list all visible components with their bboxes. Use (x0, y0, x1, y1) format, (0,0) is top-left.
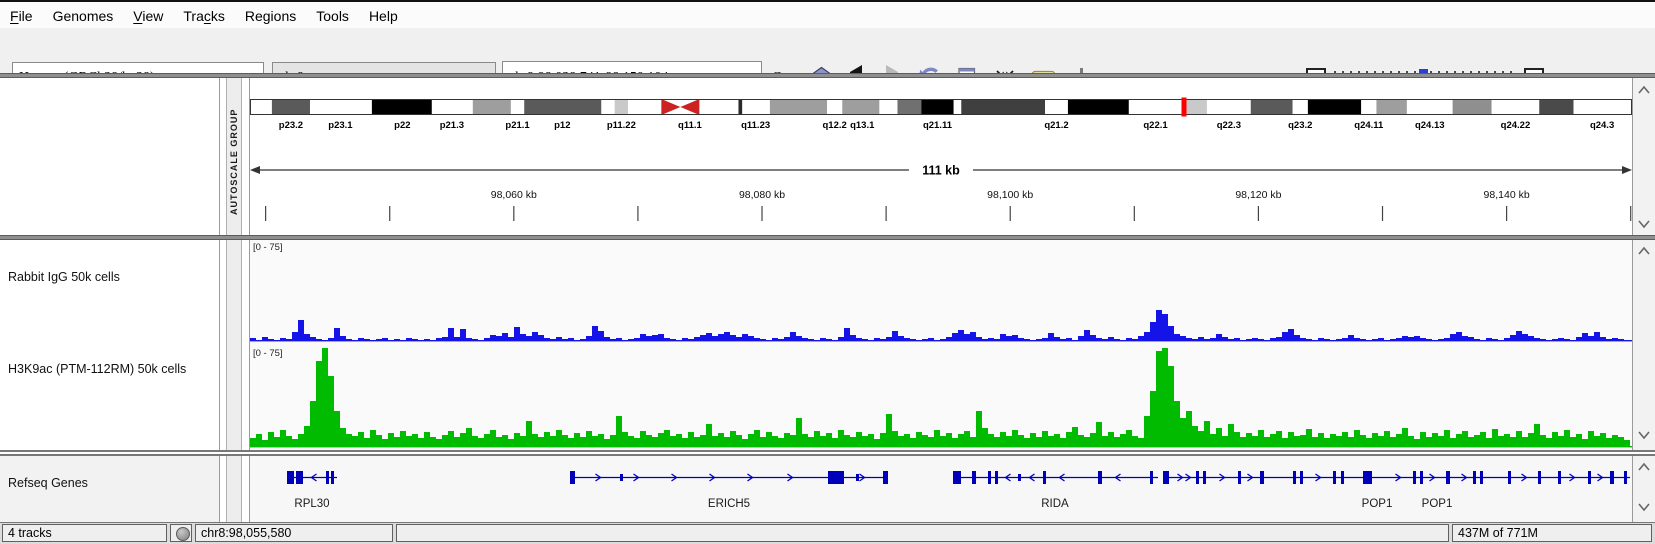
scroll-up-icon[interactable] (1637, 459, 1651, 469)
attribute-strip[interactable] (226, 456, 242, 522)
svg-text:q11.1: q11.1 (678, 120, 702, 131)
svg-text:98,140 kb: 98,140 kb (1484, 189, 1530, 201)
toolbar: Human (GRCh38/hg38) chr8 Go (0, 28, 1655, 73)
svg-text:q23.2: q23.2 (1288, 120, 1312, 131)
scroll-up-icon[interactable] (1637, 82, 1651, 92)
svg-text:p12: p12 (554, 120, 570, 131)
data-range-label: [0 - 75] (253, 242, 283, 253)
scroll-down-icon[interactable] (1637, 427, 1651, 437)
attribute-strip[interactable] (226, 240, 242, 450)
svg-text:q12.2: q12.2 (822, 120, 846, 131)
attribute-column (220, 240, 249, 450)
scroll-down-icon[interactable] (1637, 216, 1651, 226)
svg-text:98,120 kb: 98,120 kb (1235, 189, 1281, 201)
menu-item-genomes[interactable]: Genomes (43, 8, 124, 24)
scroll-down-icon[interactable] (1637, 499, 1651, 509)
svg-text:RPL30: RPL30 (294, 498, 329, 510)
svg-text:p22: p22 (394, 120, 410, 131)
svg-text:POP1: POP1 (1362, 498, 1393, 510)
svg-text:q24.11: q24.11 (1354, 120, 1384, 131)
menu-bar: FileGenomesViewTracksRegionsToolsHelp (0, 0, 1655, 31)
svg-text:q21.2: q21.2 (1044, 120, 1068, 131)
status-indicator-icon (176, 527, 190, 541)
svg-text:q24.3: q24.3 (1590, 120, 1614, 131)
svg-text:p23.2: p23.2 (279, 120, 303, 131)
svg-text:p21.1: p21.1 (505, 120, 530, 131)
svg-text:q13.1: q13.1 (850, 120, 875, 131)
menu-item-view[interactable]: View (123, 8, 173, 24)
svg-text:111 kb: 111 kb (922, 164, 960, 178)
svg-text:q21.11: q21.11 (923, 120, 953, 131)
menu-item-file[interactable]: File (0, 8, 43, 24)
svg-text:q11.23: q11.23 (741, 120, 770, 131)
track-scrollbar[interactable] (1632, 240, 1655, 450)
menu-item-tracks[interactable]: Tracks (173, 8, 234, 24)
svg-text:POP1: POP1 (1422, 498, 1453, 510)
track-h3k9ac-chart[interactable] (250, 346, 1632, 450)
track-rabbit-igg-chart[interactable] (250, 240, 1632, 345)
status-spacer (396, 524, 1449, 542)
svg-text:RIDA: RIDA (1041, 498, 1069, 510)
refseq-genes-glyphs[interactable]: RPL30 ERICH5 RIDA POP1 POP1 (250, 456, 1632, 522)
status-bar: 4 tracks chr8:98,055,580 437M of 771M (0, 522, 1655, 544)
svg-text:q24.13: q24.13 (1415, 120, 1445, 131)
ideogram-and-ruler[interactable]: p23.2 p23.1 p22 p21.3 p21.1 p12 p11.22 q11.1 q11… (250, 78, 1632, 235)
svg-text:q22.3: q22.3 (1217, 120, 1241, 131)
svg-text:q22.1: q22.1 (1143, 120, 1168, 131)
menu-item-help[interactable]: Help (359, 8, 408, 24)
track-name-h3k9ac[interactable]: H3K9ac (PTM-112RM) 50k cells (8, 362, 186, 376)
svg-text:ERICH5: ERICH5 (708, 498, 750, 510)
menu-item-regions[interactable]: Regions (235, 8, 306, 24)
svg-text:98,100 kb: 98,100 kb (987, 189, 1033, 201)
svg-text:q24.22: q24.22 (1501, 120, 1531, 131)
track-count-status: 4 tracks (2, 524, 167, 542)
cursor-position-status: chr8:98,055,580 (195, 524, 393, 542)
igv-window: FileGenomesViewTracksRegionsToolsHelp Hu… (0, 0, 1655, 544)
svg-text:p11.22: p11.22 (607, 120, 636, 131)
autoscale-group-label: AUTOSCALE GROUP (224, 92, 244, 232)
scroll-up-icon[interactable] (1637, 243, 1651, 253)
header-scrollbar[interactable] (1632, 78, 1655, 235)
memory-usage-status: 437M of 771M (1452, 524, 1652, 542)
menu-item-tools[interactable]: Tools (306, 8, 359, 24)
track-name-rabbit-igg[interactable]: Rabbit IgG 50k cells (8, 270, 120, 284)
svg-text:98,060 kb: 98,060 kb (491, 189, 537, 201)
attribute-column (220, 456, 249, 522)
status-icon-cell (170, 524, 192, 542)
data-range-label: [0 - 75] (253, 348, 283, 359)
header-name-column (0, 78, 220, 235)
svg-text:98,080 kb: 98,080 kb (739, 189, 785, 201)
track-name-refseq-genes[interactable]: Refseq Genes (8, 476, 88, 490)
svg-text:p21.3: p21.3 (440, 120, 464, 131)
svg-text:p23.1: p23.1 (328, 120, 353, 131)
